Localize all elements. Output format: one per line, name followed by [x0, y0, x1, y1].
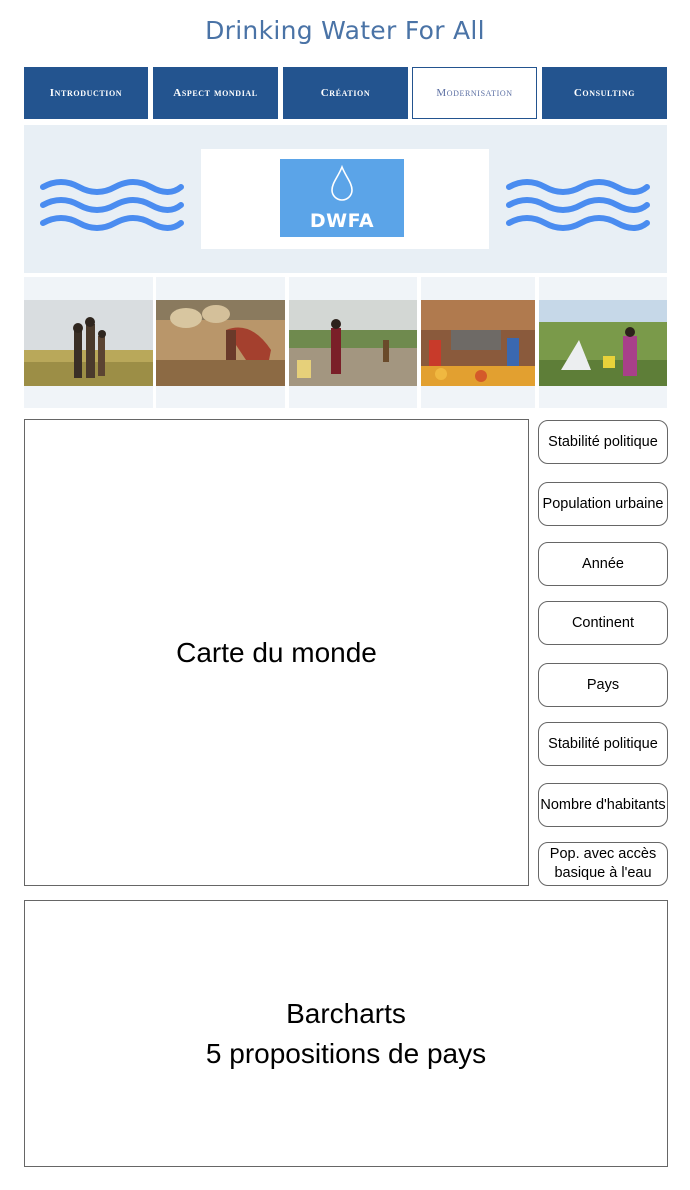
tab-modernisation[interactable]: Modernisation [412, 67, 537, 119]
filter-urban-population-button[interactable]: Population urbaine [538, 482, 668, 526]
water-drop-icon [331, 165, 353, 201]
photo-cell [539, 277, 667, 408]
filter-political-stability-button[interactable]: Stabilité politique [538, 420, 668, 464]
filter-inhabitants-button[interactable]: Nombre d'habitants [538, 783, 668, 827]
page-title: Drinking Water For All [205, 16, 485, 45]
filter-year-button[interactable]: Année [538, 542, 668, 586]
tab-consulting[interactable]: Consulting [542, 67, 667, 119]
photo-woman-digging [156, 300, 285, 386]
photo-children-field [24, 300, 153, 386]
right-waves-icon [506, 179, 650, 231]
tab-introduction[interactable]: Introduction [24, 67, 148, 119]
photo-cell [156, 277, 285, 408]
logo-text: DWFA [309, 210, 375, 232]
photo-cell [421, 277, 535, 408]
filter-basic-water-access-button[interactable]: Pop. avec accès basique à l'eau [538, 842, 668, 886]
filter-continent-button[interactable]: Continent [538, 601, 668, 645]
main-nav: Introduction Aspect mondial Création Mod… [24, 67, 667, 119]
photo-cell [24, 277, 153, 408]
photo-strip [24, 277, 667, 408]
photo-woman-water-cans [289, 300, 417, 386]
filter-political-stability-button-2[interactable]: Stabilité politique [538, 722, 668, 766]
photo-women-fetching-water [539, 300, 667, 386]
dwfa-logo: DWFA [280, 159, 404, 237]
photo-well-gathering [421, 300, 535, 386]
filter-country-button[interactable]: Pays [538, 663, 668, 707]
banner: DWFA [24, 125, 667, 273]
barchart-panel[interactable]: Barcharts 5 propositions de pays [24, 900, 668, 1167]
world-map-panel[interactable]: Carte du monde [24, 419, 529, 886]
tab-creation[interactable]: Création [283, 67, 408, 119]
barchart-sublabel: 5 propositions de pays [205, 1037, 487, 1069]
world-map-label: Carte du monde [176, 636, 377, 668]
photo-cell [289, 277, 417, 408]
tab-aspect-mondial[interactable]: Aspect mondial [153, 67, 278, 119]
logo-container: DWFA [201, 149, 489, 249]
left-waves-icon [40, 179, 184, 231]
barchart-label: Barcharts [286, 997, 406, 1029]
